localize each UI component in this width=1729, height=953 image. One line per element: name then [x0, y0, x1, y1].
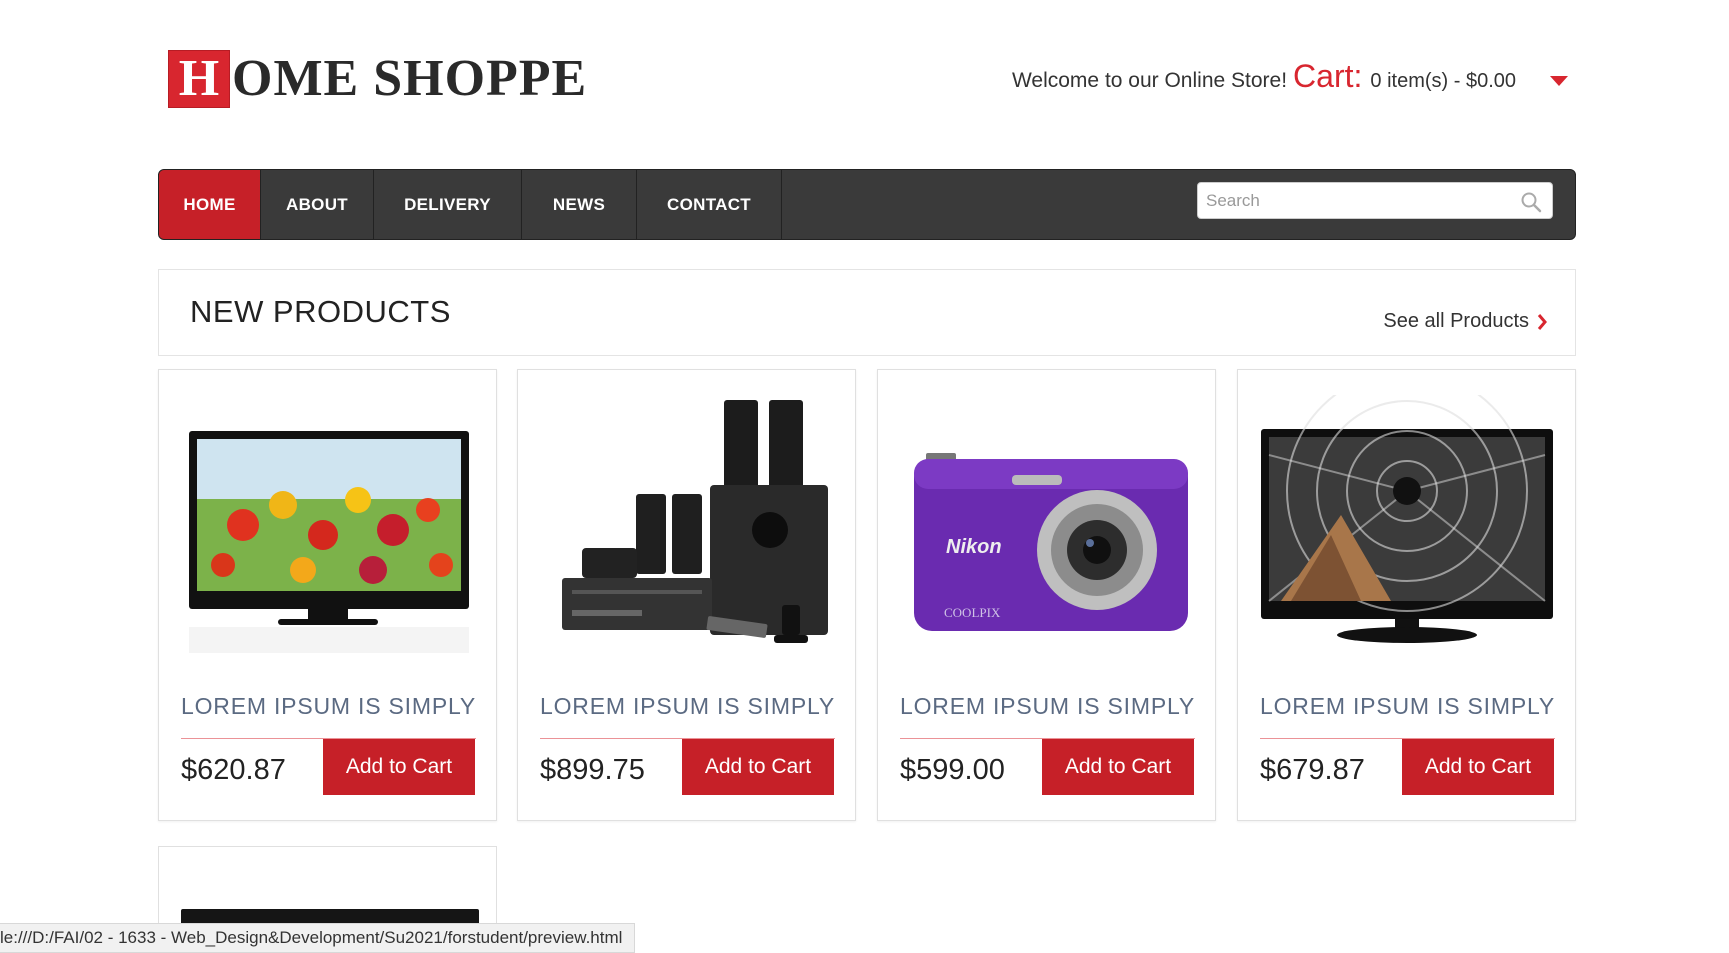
see-all-label: See all Products	[1383, 310, 1529, 332]
search-input[interactable]	[1198, 183, 1498, 218]
svg-text:Nikon: Nikon	[946, 536, 1002, 558]
product-card: LOREM IPSUM IS SIMPLY $679.87 Add to Car…	[1237, 369, 1576, 821]
page: H OME SHOPPE Welcome to our Online Store…	[158, 0, 1576, 953]
caret-down-icon[interactable]	[1550, 76, 1568, 86]
nav-item-about[interactable]: ABOUT	[261, 170, 374, 239]
tv-flowers-icon	[189, 431, 469, 653]
svg-text:COOLPIX: COOLPIX	[944, 605, 1001, 620]
add-to-cart-button[interactable]: Add to Cart	[1402, 739, 1554, 795]
product-image[interactable]	[179, 390, 477, 660]
add-to-cart-button[interactable]: Add to Cart	[682, 739, 834, 795]
product-card: LOREM IPSUM IS SIMPLY $620.87 Add to Car…	[158, 369, 497, 821]
speaker-system-icon	[562, 400, 828, 643]
see-all-products-link[interactable]: See all Products	[1383, 310, 1547, 333]
main-nav: HOME ABOUT DELIVERY NEWS CONTACT	[158, 169, 1576, 240]
new-products-header: NEW PRODUCTS See all Products	[158, 269, 1576, 356]
nav-item-news[interactable]: NEWS	[522, 170, 637, 239]
product-name[interactable]: LOREM IPSUM IS SIMPLY	[540, 693, 835, 720]
welcome-text: Welcome to our Online Store!	[1011, 69, 1288, 92]
section-title: NEW PRODUCTS	[190, 294, 451, 329]
product-image[interactable]	[1258, 390, 1556, 660]
nav-item-delivery[interactable]: DELIVERY	[374, 170, 522, 239]
product-name[interactable]: LOREM IPSUM IS SIMPLY	[900, 693, 1195, 720]
product-image[interactable]: Nikon COOLPIX	[898, 390, 1196, 660]
cart-label[interactable]: Cart:	[1293, 58, 1362, 95]
search-icon[interactable]	[1520, 191, 1542, 213]
nav-item-home[interactable]: HOME	[159, 170, 261, 239]
product-name[interactable]: LOREM IPSUM IS SIMPLY	[1260, 693, 1555, 720]
product-price: $899.75	[540, 754, 645, 786]
product-card: Nikon COOLPIX LOREM IPSUM IS SIMPLY $599…	[877, 369, 1216, 821]
status-bar-url: le:///D:/FAI/02 - 1633 - Web_Design&Deve…	[0, 923, 636, 953]
search-box	[1197, 182, 1553, 219]
product-image[interactable]	[538, 390, 836, 660]
camera-icon: Nikon COOLPIX	[914, 453, 1188, 631]
logo-letter: H	[168, 50, 230, 108]
product-price: $679.87	[1260, 754, 1365, 786]
logo-text: OME SHOPPE	[232, 50, 588, 107]
product-name[interactable]: LOREM IPSUM IS SIMPLY	[181, 693, 476, 720]
cart-summary[interactable]: 0 item(s) - $0.00	[1370, 70, 1516, 93]
add-to-cart-button[interactable]: Add to Cart	[1042, 739, 1194, 795]
nav-item-contact[interactable]: CONTACT	[637, 170, 782, 239]
add-to-cart-button[interactable]: Add to Cart	[323, 739, 475, 795]
product-price: $599.00	[900, 754, 1005, 786]
welcome-bar: Welcome to our Online Store! Cart: 0 ite…	[1012, 58, 1516, 95]
tv-dome-icon	[1261, 395, 1553, 643]
product-card: LOREM IPSUM IS SIMPLY $899.75 Add to Car…	[517, 369, 856, 821]
header: H OME SHOPPE Welcome to our Online Store…	[158, 0, 1576, 168]
logo[interactable]: H OME SHOPPE	[168, 50, 587, 108]
product-price: $620.87	[181, 754, 286, 786]
chevron-right-icon	[1537, 313, 1547, 330]
